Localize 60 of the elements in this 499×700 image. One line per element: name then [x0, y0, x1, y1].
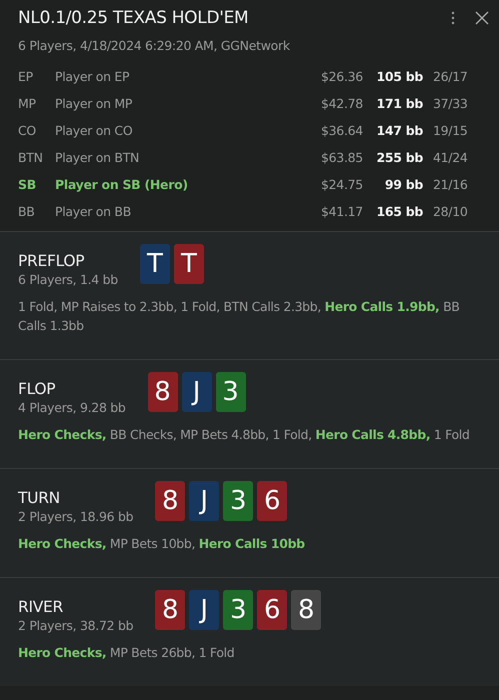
player-stack-bb: 165 bb	[375, 204, 423, 219]
playing-card: 3	[223, 590, 254, 630]
street-info: 2 Players, 38.72 bb	[18, 618, 134, 633]
playing-card: 8	[291, 590, 322, 630]
street-name: PREFLOP	[18, 252, 86, 270]
player-position: MP	[18, 96, 37, 111]
player-stack-bb: 171 bb	[375, 96, 423, 111]
street-actions: Hero Checks, MP Bets 10bb, Hero Calls 10bb	[18, 535, 306, 553]
more-options-icon[interactable]	[451, 11, 455, 25]
playing-card: 8	[155, 590, 186, 630]
player-name: Player on CO	[55, 123, 134, 138]
player-stats: 41/24	[433, 150, 469, 165]
player-stack-bb: 255 bb	[375, 150, 423, 165]
street-name: TURN	[18, 489, 61, 507]
player-name: Player on EP	[55, 69, 130, 84]
player-stack: $24.75	[321, 177, 364, 192]
player-stats: 26/17	[433, 69, 469, 84]
playing-card: 6	[257, 590, 288, 630]
close-icon[interactable]	[475, 11, 489, 25]
player-stats: 37/33	[433, 96, 469, 111]
player-stack: $26.36	[321, 69, 364, 84]
player-name: Player on BB	[55, 204, 132, 219]
playing-card: 8	[148, 372, 178, 412]
playing-card: T	[140, 244, 170, 284]
street-info: 6 Players, 1.4 bb	[18, 272, 118, 287]
playing-card: T	[174, 244, 204, 284]
player-stack-bb: 147 bb	[375, 123, 423, 138]
player-position: EP	[18, 69, 34, 84]
player-position: BB	[18, 204, 36, 219]
hand-subtitle: 6 Players, 4/18/2024 6:29:20 AM, GGNetwork	[18, 38, 291, 53]
player-stack-bb: 105 bb	[375, 69, 423, 84]
street-actions: Hero Checks, BB Checks, MP Bets 4.8bb, 1 Fold, Hero Calls 4.8bb, 1 Fold	[18, 426, 470, 444]
playing-card: 6	[257, 481, 288, 521]
playing-card: 3	[223, 481, 254, 521]
street-actions: 1 Fold, MP Raises to 2.3bb, 1 Fold, BTN Calls 2.3bb, Hero Calls 1.9bb, BB Calls 1.3bb	[18, 298, 461, 335]
player-position: SB	[18, 177, 37, 192]
playing-card: J	[182, 372, 212, 412]
player-stats: 19/15	[433, 123, 469, 138]
player-position: BTN	[18, 150, 44, 165]
street-name: FLOP	[18, 380, 56, 398]
street-actions: Hero Checks, MP Bets 26bb, 1 Fold	[18, 644, 236, 662]
player-stack: $41.17	[321, 204, 364, 219]
playing-card: 3	[216, 372, 246, 412]
playing-card: 8	[155, 481, 186, 521]
hand-title: NL0.1/0.25 TEXAS HOLD'EM	[18, 8, 250, 28]
playing-card: J	[189, 590, 220, 630]
street-info: 2 Players, 18.96 bb	[18, 509, 134, 524]
player-name: Player on BTN	[55, 150, 140, 165]
player-stats: 28/10	[433, 204, 469, 219]
player-stack: $36.64	[321, 123, 364, 138]
player-stack: $63.85	[321, 150, 364, 165]
player-stack: $42.78	[321, 96, 364, 111]
player-name: Player on MP	[55, 96, 134, 111]
player-name: Player on SB (Hero)	[55, 177, 189, 192]
playing-card: J	[189, 481, 220, 521]
player-stats: 21/16	[433, 177, 469, 192]
player-stack-bb: 99 bb	[384, 177, 423, 192]
player-position: CO	[18, 123, 37, 138]
street-name: RIVER	[18, 598, 64, 616]
street-info: 4 Players, 9.28 bb	[18, 400, 126, 415]
